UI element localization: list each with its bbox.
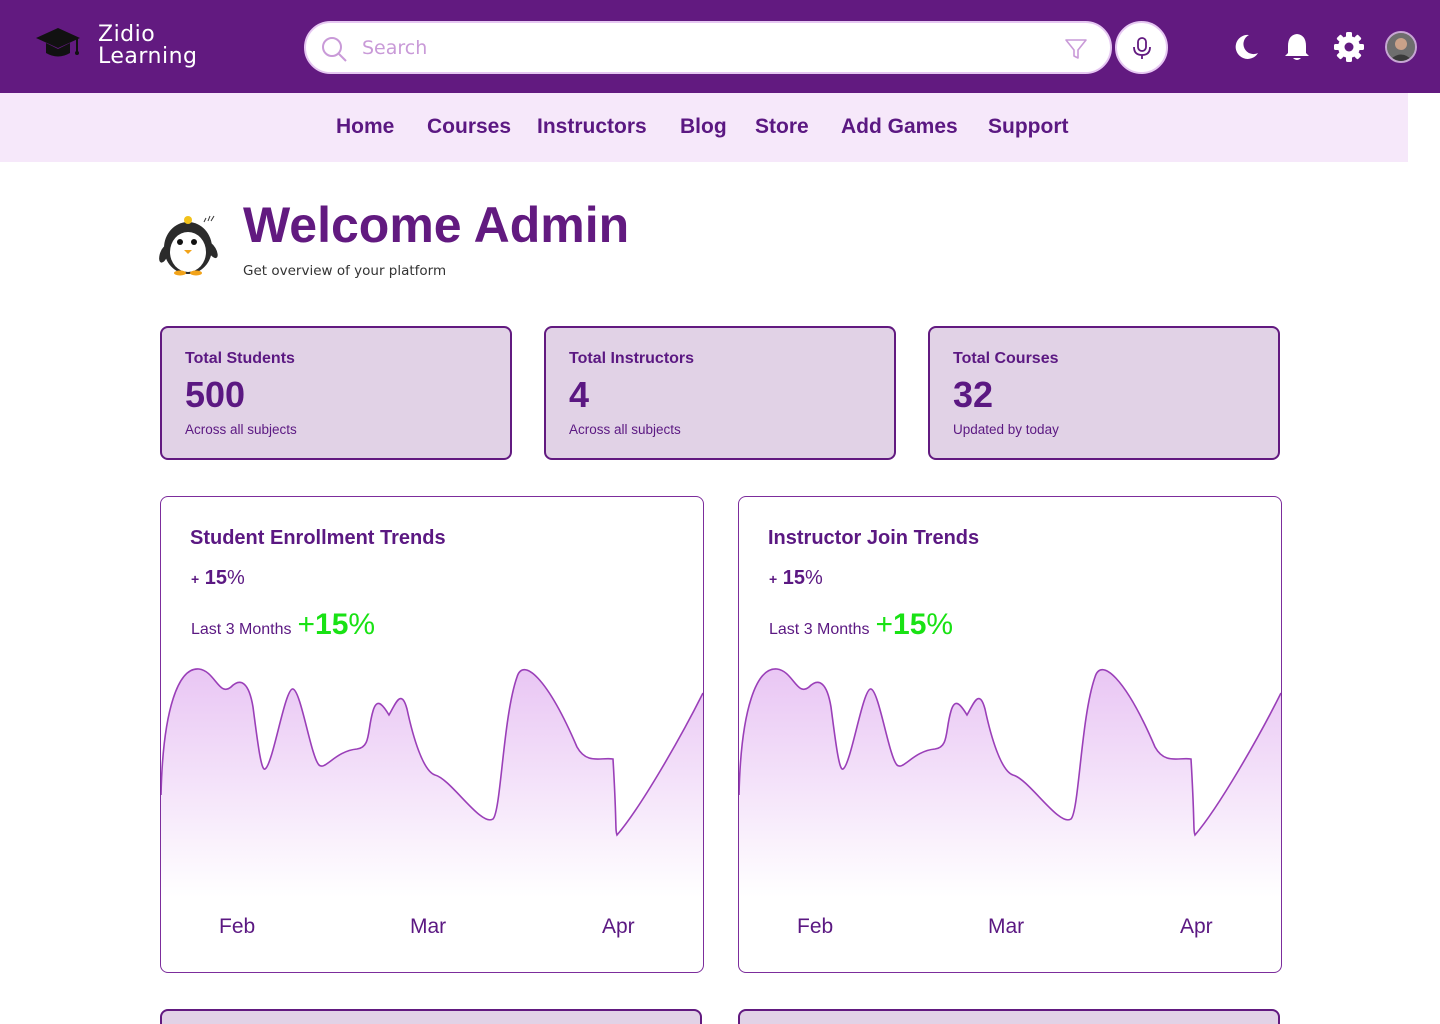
stat-card-students: Total Students 500 Across all subjects: [160, 326, 512, 460]
x-tick-label: Feb: [219, 915, 256, 938]
instructor-area-chart: [739, 668, 1281, 897]
stat-note: Across all subjects: [569, 422, 681, 437]
bottom-card-right: [738, 1009, 1280, 1024]
nav-instructors[interactable]: Instructors: [537, 115, 647, 139]
x-tick-label: Apr: [1180, 915, 1213, 938]
stat-note: Across all subjects: [185, 422, 297, 437]
gear-icon[interactable]: [1333, 31, 1365, 63]
stat-value: 32: [953, 374, 994, 415]
growth-unit: %: [348, 608, 376, 641]
growth-sign: +: [297, 608, 316, 641]
stat-value: 4: [569, 374, 590, 415]
stat-label: Total Instructors: [569, 350, 695, 367]
penguin-mascot-icon: [159, 215, 218, 276]
search-icon[interactable]: [320, 35, 348, 63]
stat-card-courses: Total Courses 32 Updated by today: [928, 326, 1280, 460]
x-tick-label: Mar: [410, 915, 447, 938]
delta-sign: +: [191, 571, 200, 587]
page-title: Welcome Admin: [243, 197, 630, 253]
delta-value: 15: [782, 567, 805, 589]
stat-card-instructors: Total Instructors 4 Across all subjects: [544, 326, 896, 460]
x-tick-label: Apr: [602, 915, 635, 938]
period-label: Last 3 Months: [191, 621, 292, 638]
chart-delta: + 15%: [191, 567, 245, 590]
voice-search-button[interactable]: [1115, 21, 1168, 74]
brand-name: Zidio Learning: [98, 24, 238, 68]
nav-store[interactable]: Store: [755, 115, 809, 139]
main-nav: Home Courses Instructors Blog Store Add …: [0, 93, 1408, 162]
bottom-card-left: [160, 1009, 702, 1024]
delta-sign: +: [769, 571, 778, 587]
chart-card-enrollment: Student Enrollment Trends + 15% Last 3 M…: [160, 496, 704, 973]
chart-title: Student Enrollment Trends: [190, 527, 446, 549]
growth-unit: %: [926, 608, 954, 641]
chart-title: Instructor Join Trends: [768, 527, 980, 549]
chart-area: [739, 668, 1281, 897]
period-label: Last 3 Months: [769, 621, 870, 638]
search-input[interactable]: [362, 33, 1042, 63]
growth-number: 15: [893, 608, 927, 641]
growth-value: +15%: [876, 608, 954, 642]
delta-unit: %: [805, 567, 823, 589]
delta-unit: %: [227, 567, 245, 589]
x-tick-label: Mar: [988, 915, 1025, 938]
nav-blog[interactable]: Blog: [680, 115, 727, 139]
delta-value: 15: [204, 567, 227, 589]
nav-support[interactable]: Support: [988, 115, 1068, 139]
chart-card-instructors: Instructor Join Trends + 15% Last 3 Mont…: [738, 496, 1282, 973]
filter-icon[interactable]: [1064, 37, 1088, 61]
moon-icon[interactable]: [1229, 31, 1261, 63]
enrollment-area-chart: [161, 668, 703, 897]
stat-value: 500: [185, 374, 246, 415]
growth-value: +15%: [298, 608, 376, 642]
stat-label: Total Students: [185, 350, 295, 367]
chart-period: Last 3 Months +15%: [769, 608, 953, 642]
top-bar: Zidio Learning: [0, 0, 1440, 93]
chart-period: Last 3 Months +15%: [191, 608, 375, 642]
chart-area: [161, 668, 703, 897]
growth-sign: +: [875, 608, 894, 641]
bell-icon[interactable]: [1281, 31, 1313, 63]
nav-add-games[interactable]: Add Games: [841, 115, 958, 139]
nav-courses[interactable]: Courses: [427, 115, 511, 139]
search-bar: [304, 21, 1112, 74]
x-tick-label: Feb: [797, 915, 834, 938]
microphone-icon: [1132, 36, 1151, 59]
chart-delta: + 15%: [769, 567, 823, 590]
page-subtitle: Get overview of your platform: [243, 263, 447, 279]
nav-home[interactable]: Home: [336, 115, 394, 139]
stat-note: Updated by today: [953, 422, 1059, 437]
growth-number: 15: [315, 608, 349, 641]
brand-line-1: Zidio: [98, 22, 156, 47]
user-avatar[interactable]: [1385, 31, 1417, 63]
stat-label: Total Courses: [953, 350, 1059, 367]
graduation-cap-icon: [36, 28, 80, 57]
brand-line-2: Learning: [98, 44, 198, 69]
brand-logo[interactable]: Zidio Learning: [34, 22, 197, 68]
